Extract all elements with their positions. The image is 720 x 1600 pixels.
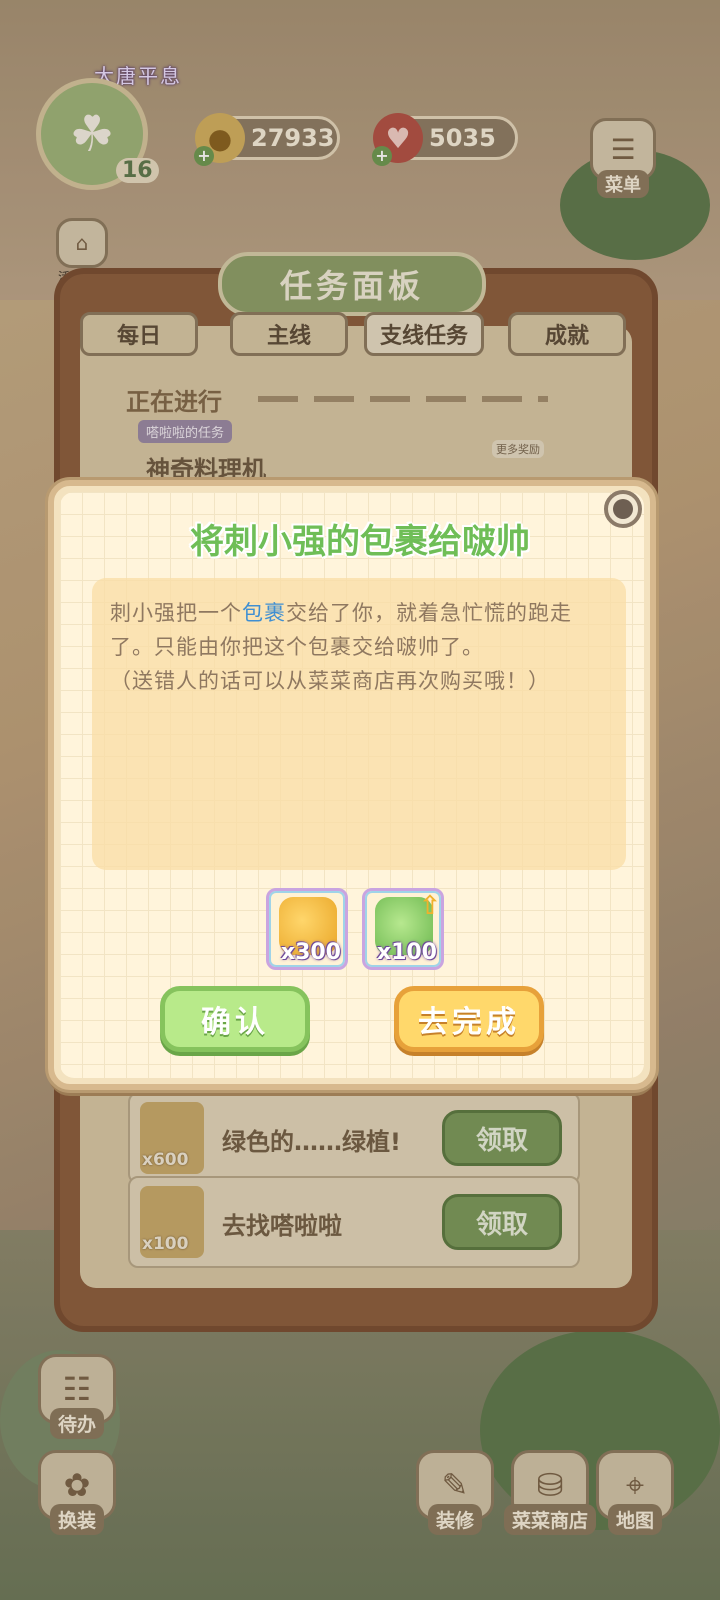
arrow-up-icon: ⇧	[419, 891, 441, 921]
reward-exp[interactable]: ⇧ x100	[362, 888, 444, 970]
package-highlight: 包裹	[242, 601, 286, 625]
go-complete-button[interactable]: 去完成	[394, 986, 544, 1052]
reward-exp-qty: x100	[376, 940, 437, 965]
confirm-button[interactable]: 确认	[160, 986, 310, 1052]
reward-coins[interactable]: x300	[266, 888, 348, 970]
dialog-description: 刺小强把一个包裹交给了你，就着急忙慌的跑走了。只能由你把这个包裹交给啵帅了。 （…	[110, 596, 614, 698]
description-text-1: 刺小强把一个	[110, 601, 242, 625]
description-note: （送错人的话可以从菜菜商店再次购买哦！）	[110, 669, 550, 693]
reward-coins-qty: x300	[280, 940, 341, 965]
dialog-title: 将刺小强的包裹给啵帅	[190, 522, 530, 562]
